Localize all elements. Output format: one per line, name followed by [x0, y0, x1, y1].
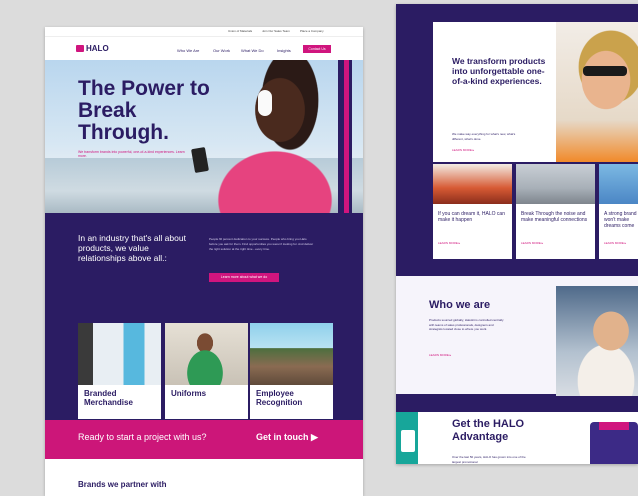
advantage-heading: Get the HALO Advantage [452, 418, 525, 443]
halo-advantage-section: Get the HALO Advantage Over the last 50 … [396, 412, 638, 464]
card-label: Employee Recognition [256, 389, 303, 407]
recognition-image [250, 323, 333, 385]
left-page-mockup: Union of Materials Join Our Sales Team P… [45, 27, 363, 496]
utility-link[interactable]: Union of Materials [228, 29, 252, 33]
card-label: Branded Merchandise [84, 389, 133, 407]
learn-more-link[interactable]: LEARN MORE ▸ [429, 353, 451, 357]
merchandise-image [78, 323, 161, 385]
logo-text: HALO [86, 44, 109, 53]
advantage-paragraph: Over the last 50 years, HALO has grown i… [452, 455, 526, 464]
cta-strip-text: Ready to start a project with us? [78, 432, 207, 442]
card-employee-recognition[interactable]: Employee Recognition [250, 323, 333, 419]
main-nav: HALO Who We Are Our Work What We Do Insi… [45, 38, 363, 60]
learn-more-button[interactable]: Learn more about what we do [209, 273, 279, 282]
get-in-touch-link[interactable]: Get in touch ▶ [256, 432, 318, 443]
headphones-image [258, 90, 272, 116]
learn-more-link[interactable]: LEARN MORE ▸ [438, 241, 460, 245]
nav-insights[interactable]: Insights [277, 48, 291, 53]
intro-paragraph: People fill percent dedication to your s… [209, 237, 314, 251]
right-page-mockup: We transform products into unforgettable… [396, 4, 638, 464]
transform-headline: We transform products into unforgettable… [452, 56, 546, 86]
tile-title: If you can dream it, HALO can make it ha… [438, 211, 505, 223]
tile[interactable]: If you can dream it, HALO can make it ha… [433, 164, 512, 259]
card-uniforms[interactable]: Uniforms [165, 323, 248, 419]
hero-section: The Power to Break Through. We transform… [45, 60, 363, 213]
brands-heading: Brands we partner with [78, 480, 167, 489]
card-branded-merchandise[interactable]: Branded Merchandise [78, 323, 161, 419]
utility-bar: Union of Materials Join Our Sales Team P… [45, 27, 363, 37]
woman-sunglasses-image [556, 22, 638, 162]
logo-mark-icon [76, 45, 84, 52]
intro-lead: In an industry that's all about products… [78, 233, 186, 263]
product-image [401, 430, 415, 452]
tile-image [433, 164, 512, 204]
who-we-are-heading: Who we are [429, 299, 491, 311]
sunglasses-image [583, 66, 627, 76]
uniforms-image [165, 323, 248, 385]
tile-image [516, 164, 595, 204]
intro-band: In an industry that's all about products… [45, 213, 363, 420]
tile-title: Break Through the noise and make meaning… [521, 211, 588, 223]
transform-subtext: We make way everything for what's new, w… [452, 132, 516, 141]
learn-more-link[interactable]: LEARN MORE ▸ [604, 241, 626, 245]
who-we-are-section: Who we are Products sourced globally, Ha… [396, 276, 638, 396]
contact-us-button[interactable]: Contact Us [303, 45, 331, 53]
learn-more-link[interactable]: LEARN MORE ▸ [521, 241, 543, 245]
utility-link[interactable]: Place a Company [300, 29, 324, 33]
tile[interactable]: Break Through the noise and make meaning… [516, 164, 595, 259]
nav-our-work[interactable]: Our Work [213, 48, 230, 53]
nav-what-we-do[interactable]: What We Do [241, 48, 264, 53]
cta-strip: Ready to start a project with us? Get in… [45, 420, 363, 459]
utility-link[interactable]: Join Our Sales Team [262, 29, 290, 33]
hero-tagline[interactable]: We transform brands into powerful, one-o… [78, 150, 188, 158]
halo-logo[interactable]: HALO [76, 44, 109, 53]
tile[interactable]: A strong brand won't make dreams come LE… [599, 164, 638, 259]
shirt-collar-image [599, 422, 629, 430]
hero-accent-bar [349, 60, 352, 213]
worker-image [556, 286, 638, 396]
who-we-are-paragraph: Products sourced globally, HaloHit is co… [429, 318, 504, 331]
card-label: Uniforms [171, 389, 207, 398]
transform-section: We transform products into unforgettable… [433, 22, 638, 162]
nav-who-we-are[interactable]: Who We Are [177, 48, 199, 53]
hero-headline: The Power to Break Through. [78, 77, 210, 144]
tile-image [599, 164, 638, 204]
learn-more-link[interactable]: LEARN MORE ▸ [452, 148, 474, 152]
tile-title: A strong brand won't make dreams come [604, 211, 637, 229]
